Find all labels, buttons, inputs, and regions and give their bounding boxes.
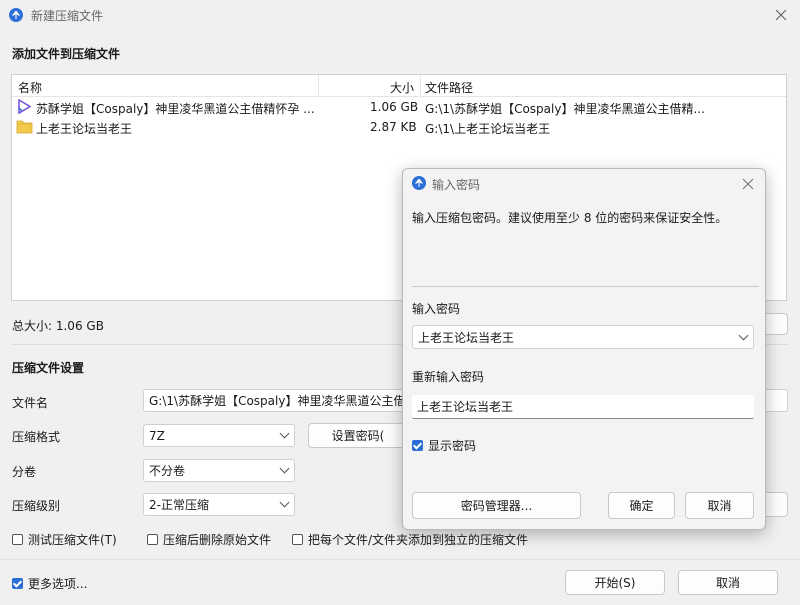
split-value: 不分卷 [149,464,186,478]
delete-source-checkbox[interactable]: 压缩后删除原始文件 [147,531,271,548]
dialog-divider [412,286,759,287]
dialog-app-icon [412,176,426,190]
more-options-label: 更多选项... [28,577,88,591]
set-password-button[interactable]: 设置密码( [308,423,408,448]
list-item[interactable]: 苏酥学姐【Cospaly】神里凌华黑道公主借精怀孕 ... 1.06 GB G:… [12,97,786,117]
confirm-password-label: 重新输入密码 [412,370,485,384]
dialog-description: 输入压缩包密码。建议使用至少 8 位的密码来保证安全性。 [412,211,728,225]
section-add-heading: 添加文件到压缩文件 [12,47,121,61]
test-archive-checkbox[interactable]: 测试压缩文件(T) [12,531,117,548]
column-divider [318,75,319,96]
confirm-password-input[interactable]: 上老王论坛当老王 [412,395,754,419]
file-name: 上老王论坛当老王 [36,122,133,136]
column-header-path[interactable]: 文件路径 [425,79,473,96]
chevron-down-icon [279,463,290,474]
format-value: 7Z [149,428,165,443]
folder-icon [16,119,33,137]
checkbox-box [412,440,423,451]
bottom-divider [0,559,800,560]
file-name: 苏酥学姐【Cospaly】神里凌华黑道公主借精怀孕 ... [36,102,315,116]
format-label: 压缩格式 [12,430,61,444]
password-value: 上老王论坛当老王 [418,330,515,345]
ok-button[interactable]: 确定 [608,492,675,519]
more-options-checkbox[interactable]: 更多选项... [12,575,87,592]
checkbox-box [12,578,23,589]
level-value: 2-正常压缩 [149,498,209,512]
start-button[interactable]: 开始(S) [565,570,665,595]
total-size: 总大小: 1.06 GB [12,319,104,333]
level-label: 压缩级别 [12,499,61,513]
checkbox-box [12,534,23,545]
cancel-button[interactable]: 取消 [678,570,778,595]
file-size: 2.87 KB [370,120,417,134]
dialog-cancel-button[interactable]: 取消 [685,492,754,519]
close-icon[interactable] [773,7,789,23]
test-archive-label: 测试压缩文件(T) [28,533,117,547]
file-path: G:\1\苏酥学姐【Cospaly】神里凌华黑道公主借精... [425,102,705,116]
dialog-title: 输入密码 [432,178,481,192]
password-manager-button[interactable]: 密码管理器... [412,492,581,519]
show-password-label: 显示密码 [428,439,477,453]
video-file-icon [16,98,33,118]
column-header-size[interactable]: 大小 [390,79,414,96]
checkbox-box [292,534,303,545]
column-divider [420,75,421,96]
split-select[interactable]: 不分卷 [143,459,295,482]
file-path: G:\1\上老王论坛当老王 [425,122,551,136]
level-select[interactable]: 2-正常压缩 [143,493,295,516]
chevron-down-icon [738,330,749,340]
checkbox-box [147,534,158,545]
window-title: 新建压缩文件 [31,9,104,23]
password-input[interactable]: 上老王论坛当老王 [412,325,754,349]
filename-label: 文件名 [12,396,49,410]
show-password-checkbox[interactable]: 显示密码 [412,437,476,454]
password-dialog: 输入密码 输入压缩包密码。建议使用至少 8 位的密码来保证安全性。 输入密码 上… [402,168,766,530]
list-header: 名称 大小 文件路径 [12,75,786,97]
delete-source-label: 压缩后删除原始文件 [163,533,272,547]
split-label: 分卷 [12,465,37,479]
chevron-down-icon [279,428,290,439]
file-size: 1.06 GB [370,100,419,114]
password-label: 输入密码 [412,302,461,316]
column-header-name[interactable]: 名称 [18,79,42,96]
format-select[interactable]: 7Z [143,424,295,447]
separate-archives-label: 把每个文件/文件夹添加到独立的压缩文件 [308,533,529,547]
close-icon[interactable] [740,176,756,192]
separate-archives-checkbox[interactable]: 把每个文件/文件夹添加到独立的压缩文件 [292,531,528,548]
chevron-down-icon [279,497,290,508]
list-item[interactable]: 上老王论坛当老王 2.87 KB G:\1\上老王论坛当老王 [12,117,786,137]
section-settings-heading: 压缩文件设置 [12,361,85,375]
app-icon [9,8,23,22]
